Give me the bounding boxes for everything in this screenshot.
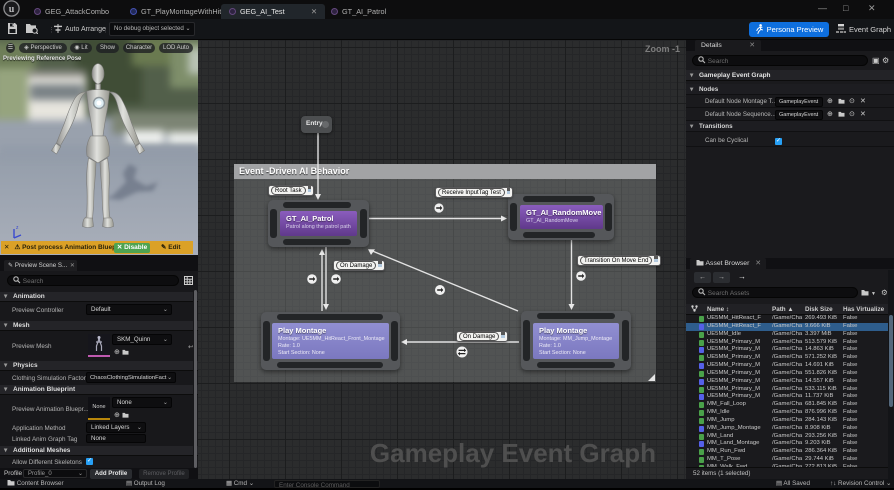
- svg-text:u: u: [9, 4, 15, 15]
- svg-text:z: z: [16, 225, 19, 231]
